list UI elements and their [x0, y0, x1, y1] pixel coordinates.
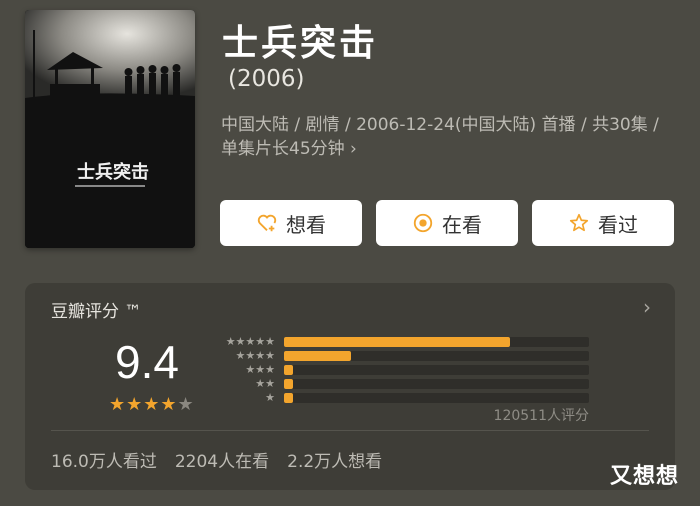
page-title: 士兵突击 — [222, 23, 379, 64]
distribution-stars-icon: ★★★ — [245, 363, 275, 376]
distribution-bar — [284, 365, 294, 375]
distribution-row: ★★ — [213, 377, 589, 391]
heart-plus-icon — [257, 214, 277, 232]
rating-count: 120511人评分 — [493, 408, 589, 424]
action-buttons: 想看 在看 看过 — [220, 200, 674, 246]
stat-watching[interactable]: 2204人在看 — [175, 447, 269, 472]
rating-title: 豆瓣评分 ™ — [51, 302, 142, 322]
stat-want[interactable]: 2.2万人想看 — [287, 447, 382, 472]
distribution-stars-icon: ★★ — [255, 377, 275, 390]
watermark: 又想想 — [610, 464, 680, 489]
watching-icon — [413, 213, 433, 233]
distribution-track — [284, 393, 589, 403]
distribution-stars-icon: ★★★★★ — [225, 335, 275, 348]
watched-button[interactable]: 看过 — [532, 200, 674, 246]
rating-stars: ★★★★★ — [109, 394, 195, 415]
distribution-row: ★★★ — [213, 363, 589, 377]
rating-card[interactable]: 豆瓣评分 ™ › 9.4 ★★★★★ ★★★★★ ★★★★ ★★★ ★★ ★ 12051… — [25, 283, 675, 490]
chevron-right-icon: › — [350, 139, 357, 159]
distribution-bar — [284, 351, 352, 361]
distribution-track — [284, 337, 589, 347]
distribution-bar — [284, 393, 294, 403]
distribution-track — [284, 379, 589, 389]
release-year: (2006) — [228, 66, 305, 92]
watched-label: 看过 — [598, 212, 638, 237]
stars-filled-icon: ★★★★ — [109, 394, 178, 415]
movie-meta[interactable]: 中国大陆 / 剧情 / 2006-12-24(中国大陆) 首播 / 共30集 /… — [221, 113, 676, 161]
movie-meta-text: 中国大陆 / 剧情 / 2006-12-24(中国大陆) 首播 / 共30集 /… — [221, 115, 659, 159]
rating-score: 9.4 — [115, 336, 179, 388]
rating-distribution: ★★★★★ ★★★★ ★★★ ★★ ★ — [213, 335, 589, 405]
distribution-stars-icon: ★ — [265, 391, 275, 404]
stats-row: 16.0万人看过 2204人在看 2.2万人想看 — [51, 447, 382, 472]
distribution-track — [284, 365, 589, 375]
star-outline-icon — [569, 213, 589, 232]
poster-title-text: 士兵突击 — [77, 161, 149, 183]
distribution-stars-icon: ★★★★ — [235, 349, 275, 362]
want-label: 想看 — [286, 212, 326, 237]
distribution-row: ★ — [213, 391, 589, 405]
chevron-right-icon[interactable]: › — [643, 295, 651, 319]
distribution-track — [284, 351, 589, 361]
divider — [51, 430, 649, 431]
watching-button[interactable]: 在看 — [376, 200, 518, 246]
distribution-bar — [284, 379, 294, 389]
distribution-row: ★★★★ — [213, 349, 589, 363]
watching-label: 在看 — [442, 212, 482, 237]
stat-watched[interactable]: 16.0万人看过 — [51, 447, 157, 472]
distribution-row: ★★★★★ — [213, 335, 589, 349]
distribution-bar — [284, 337, 510, 347]
want-button[interactable]: 想看 — [220, 200, 362, 246]
star-half-icon: ★ — [177, 394, 195, 415]
poster-image[interactable]: 士兵突击 — [25, 10, 195, 248]
